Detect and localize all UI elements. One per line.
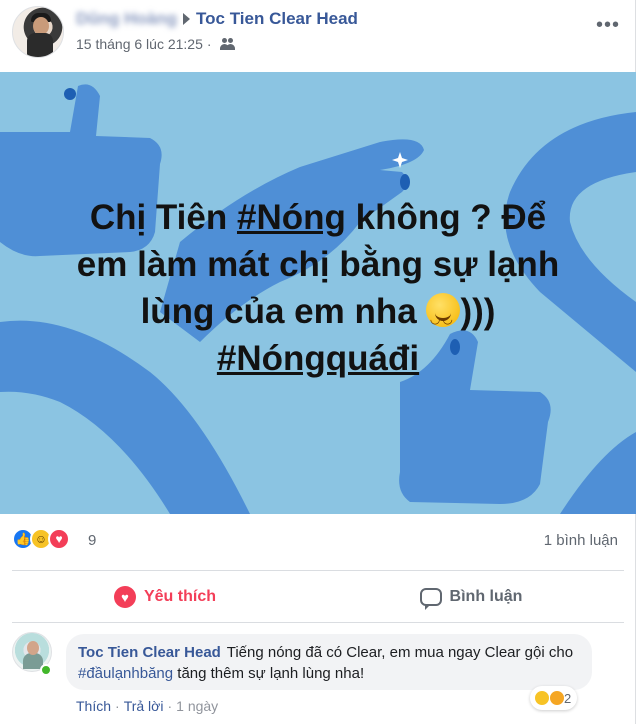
image-caption: Chị Tiên #Nóng không ? Để em làm mát chị… (0, 194, 636, 382)
comment-label: Bình luận (449, 588, 523, 605)
link-separator: · (115, 698, 120, 714)
caption-line-1: Chị Tiên #Nóng không ? Để (0, 194, 636, 241)
post-meta: 15 tháng 6 lúc 21:25 · (76, 36, 236, 52)
reactions-summary: 👍 ☺ ♥ 9 1 bình luận (0, 520, 636, 564)
love-reaction-icon: ♥ (48, 528, 70, 550)
comment-text: tăng thêm sự lạnh lùng nha! (173, 665, 365, 682)
comment-bubble-icon (419, 588, 442, 610)
comment-button[interactable]: Bình luận (318, 572, 624, 622)
post-title-line: Dũng Hoàng Toc Tien Clear Head (76, 8, 358, 30)
post-actions: ♥ Yêu thích Bình luận (12, 572, 624, 622)
post-header: Dũng Hoàng Toc Tien Clear Head 15 tháng … (0, 0, 636, 72)
post-image[interactable]: Chị Tiên #Nóng không ? Để em làm mát chị… (0, 72, 636, 514)
caption-line-3: lùng của em nha ))) (0, 288, 636, 343)
comment-reactions[interactable]: 2 (530, 686, 578, 710)
post-timestamp[interactable]: 15 tháng 6 lúc 21:25 (76, 36, 203, 52)
reaction-icons[interactable]: 👍 ☺ ♥ (12, 528, 70, 550)
meta-separator: · (206, 36, 212, 52)
smiling-emoji-icon (426, 293, 461, 343)
caption-text: không ? Để (345, 198, 547, 237)
avatar-face (27, 641, 39, 655)
caption-hashtag: #Nóng (236, 198, 346, 237)
page-name-link[interactable]: Toc Tien Clear Head (196, 9, 358, 29)
haha-reaction-icon (534, 690, 550, 706)
comment-count[interactable]: 1 bình luận (544, 532, 618, 549)
avatar-shirt (27, 33, 53, 57)
arrow-right-icon (183, 13, 191, 25)
friends-icon[interactable] (219, 38, 236, 50)
wow-reaction-icon (549, 690, 565, 706)
heart-icon: ♥ (113, 586, 136, 608)
comment-reaction-count: 2 (564, 690, 572, 706)
more-options-icon[interactable]: ••• (596, 14, 620, 37)
divider (12, 622, 624, 623)
divider (12, 570, 624, 571)
caption-line-2: em làm mát chị bằng sự lạnh (76, 245, 560, 284)
caption-hashtag: #Nóngquáđi (216, 339, 420, 378)
post-card: Dũng Hoàng Toc Tien Clear Head 15 tháng … (0, 0, 636, 724)
caption-text: ))) (460, 292, 496, 331)
comment-time[interactable]: 1 ngày (176, 698, 218, 714)
caption-text: Chị Tiên (89, 198, 237, 237)
comment: Toc Tien Clear Head Tiếng nóng đã có Cle… (0, 624, 636, 724)
comment-bubble: Toc Tien Clear Head Tiếng nóng đã có Cle… (66, 634, 592, 690)
like-label: Yêu thích (143, 588, 216, 605)
comment-links: Thích · Trả lời · 1 ngày (76, 698, 218, 714)
caption-text: lùng của em nha (140, 292, 427, 331)
comment-like-link[interactable]: Thích (76, 698, 111, 714)
author-avatar[interactable] (12, 6, 64, 58)
author-name[interactable]: Dũng Hoàng (76, 9, 177, 29)
reaction-count[interactable]: 9 (88, 532, 96, 549)
commenter-name[interactable]: Toc Tien Clear Head (78, 644, 221, 661)
comment-hashtag[interactable]: #đầulạnhbăng (78, 665, 173, 682)
comment-text: Tiếng nóng đã có Clear, em mua ngay Clea… (222, 644, 574, 661)
comment-reply-link[interactable]: Trả lời (124, 698, 164, 714)
link-separator: · (167, 698, 173, 714)
online-status-icon (40, 664, 52, 676)
caption-line-4: #Nóngquáđi (0, 335, 636, 382)
like-button[interactable]: ♥ Yêu thích (12, 572, 318, 622)
